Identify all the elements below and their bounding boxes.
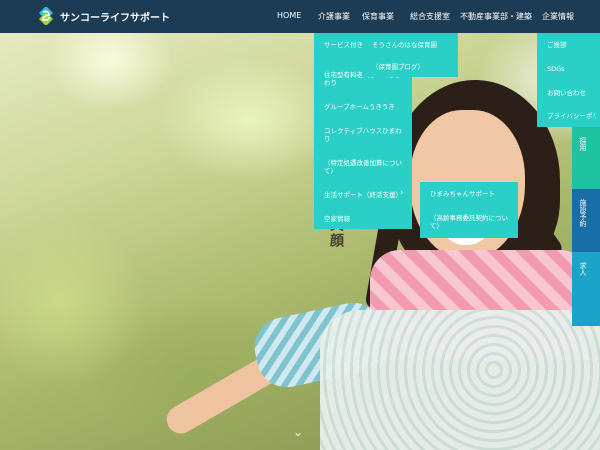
seikatsu-submenu: ひまみちゃんサポート （高齢事務委託契約について）	[420, 182, 518, 238]
side-button-kyujin[interactable]: 求人	[572, 252, 600, 326]
nav-sogo-shien[interactable]: 総合支援室	[410, 11, 450, 22]
hoiku-menu-item[interactable]: （保育園ブログ）	[372, 63, 454, 71]
kigyo-menu-item[interactable]: お問い合わせ	[547, 89, 596, 97]
chevron-down-icon[interactable]: ⌄	[293, 425, 303, 439]
side-button-label: 採用	[579, 137, 587, 151]
side-button-saiyo[interactable]: 採用	[572, 127, 600, 189]
brand-name[interactable]: サンコーライフサポート	[60, 9, 170, 24]
kaigo-menu-item[interactable]: コレクティブハウスひまわり	[324, 127, 408, 143]
kigyo-menu-item[interactable]: ご挨拶	[547, 41, 596, 49]
chevron-right-icon: ›	[400, 188, 404, 198]
kaigo-menu-item[interactable]: 生活サポート（終活支援）	[324, 191, 408, 199]
hoiku-dropdown: そうさんのはな保育園 （保育園ブログ）	[362, 33, 458, 77]
logo-mark-icon[interactable]	[37, 7, 55, 25]
kaigo-menu-item[interactable]: グループホームうきうき	[324, 103, 408, 111]
side-button-label: 施設予約	[579, 199, 587, 227]
kigyo-menu-item[interactable]: SDGs	[547, 65, 596, 73]
hoiku-menu-item[interactable]: そうさんのはな保育園	[372, 41, 454, 49]
nav-kigyo[interactable]: 企業情報	[542, 11, 574, 22]
seikatsu-menu-item[interactable]: （高齢事務委託契約について）	[430, 214, 514, 230]
seikatsu-menu-item[interactable]: ひまみちゃんサポート	[430, 190, 514, 198]
nav-fudosan[interactable]: 不動産事業部・建築	[460, 11, 532, 22]
kigyo-menu-item[interactable]: プライバシーポリ	[547, 112, 596, 120]
side-button-label: 求人	[579, 262, 587, 276]
top-navigation-bar: サンコーライフサポート HOME 介護事業 保育事業 総合支援室 不動産事業部・…	[0, 0, 600, 33]
kaigo-menu-item[interactable]: （特定処遇改善加算について）	[324, 159, 408, 175]
nav-kaigo[interactable]: 介護事業	[318, 11, 350, 22]
hero-lace-cloth	[320, 310, 600, 450]
kigyo-dropdown: ご挨拶 SDGs お問い合わせ プライバシーポリ	[537, 33, 600, 127]
side-button-reservation[interactable]: 施設予約	[572, 189, 600, 252]
nav-home[interactable]: HOME	[277, 11, 301, 20]
nav-hoiku[interactable]: 保育事業	[362, 11, 394, 22]
kaigo-menu-item[interactable]: 空家情報	[324, 215, 408, 223]
